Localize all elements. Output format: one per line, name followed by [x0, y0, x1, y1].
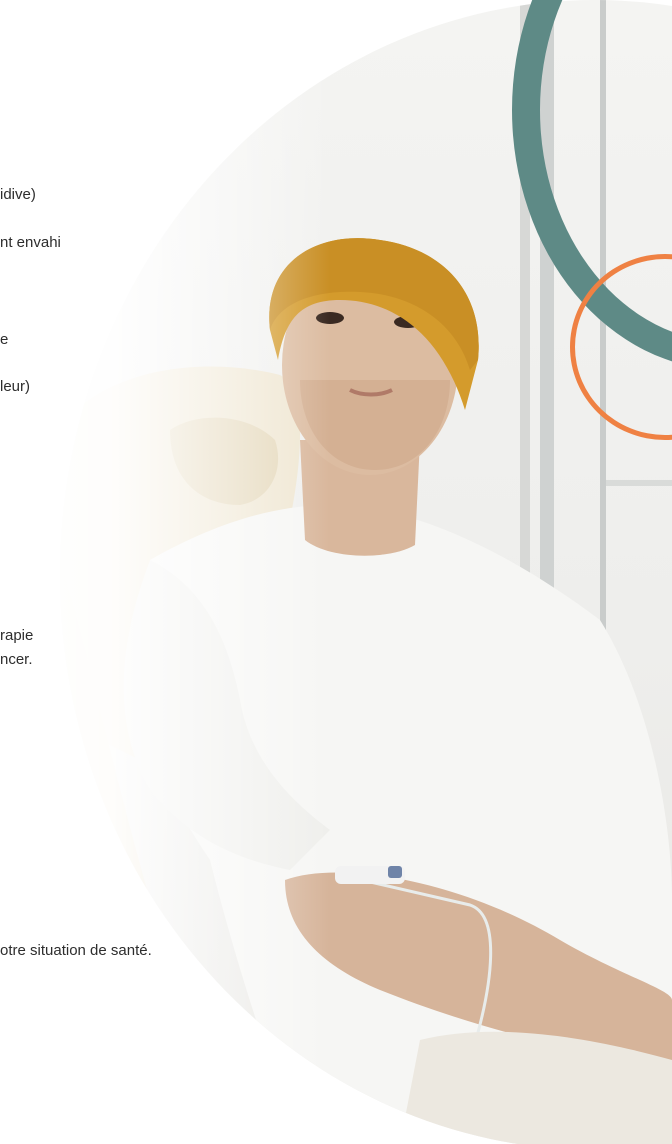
text-fragment-3: e — [0, 331, 9, 348]
text-fragment-7: otre situation de santé. — [0, 942, 152, 959]
text-fragment-1: idive) — [0, 186, 36, 203]
page: idive) nt envahi e leur) rapie ncer. otr… — [0, 0, 672, 1144]
text-fragment-4: leur) — [0, 378, 31, 395]
text-fragment-2: nt envahi — [0, 234, 61, 251]
text-fragment-5: rapie — [0, 627, 34, 644]
text-fragment-6: ncer. — [0, 651, 33, 668]
